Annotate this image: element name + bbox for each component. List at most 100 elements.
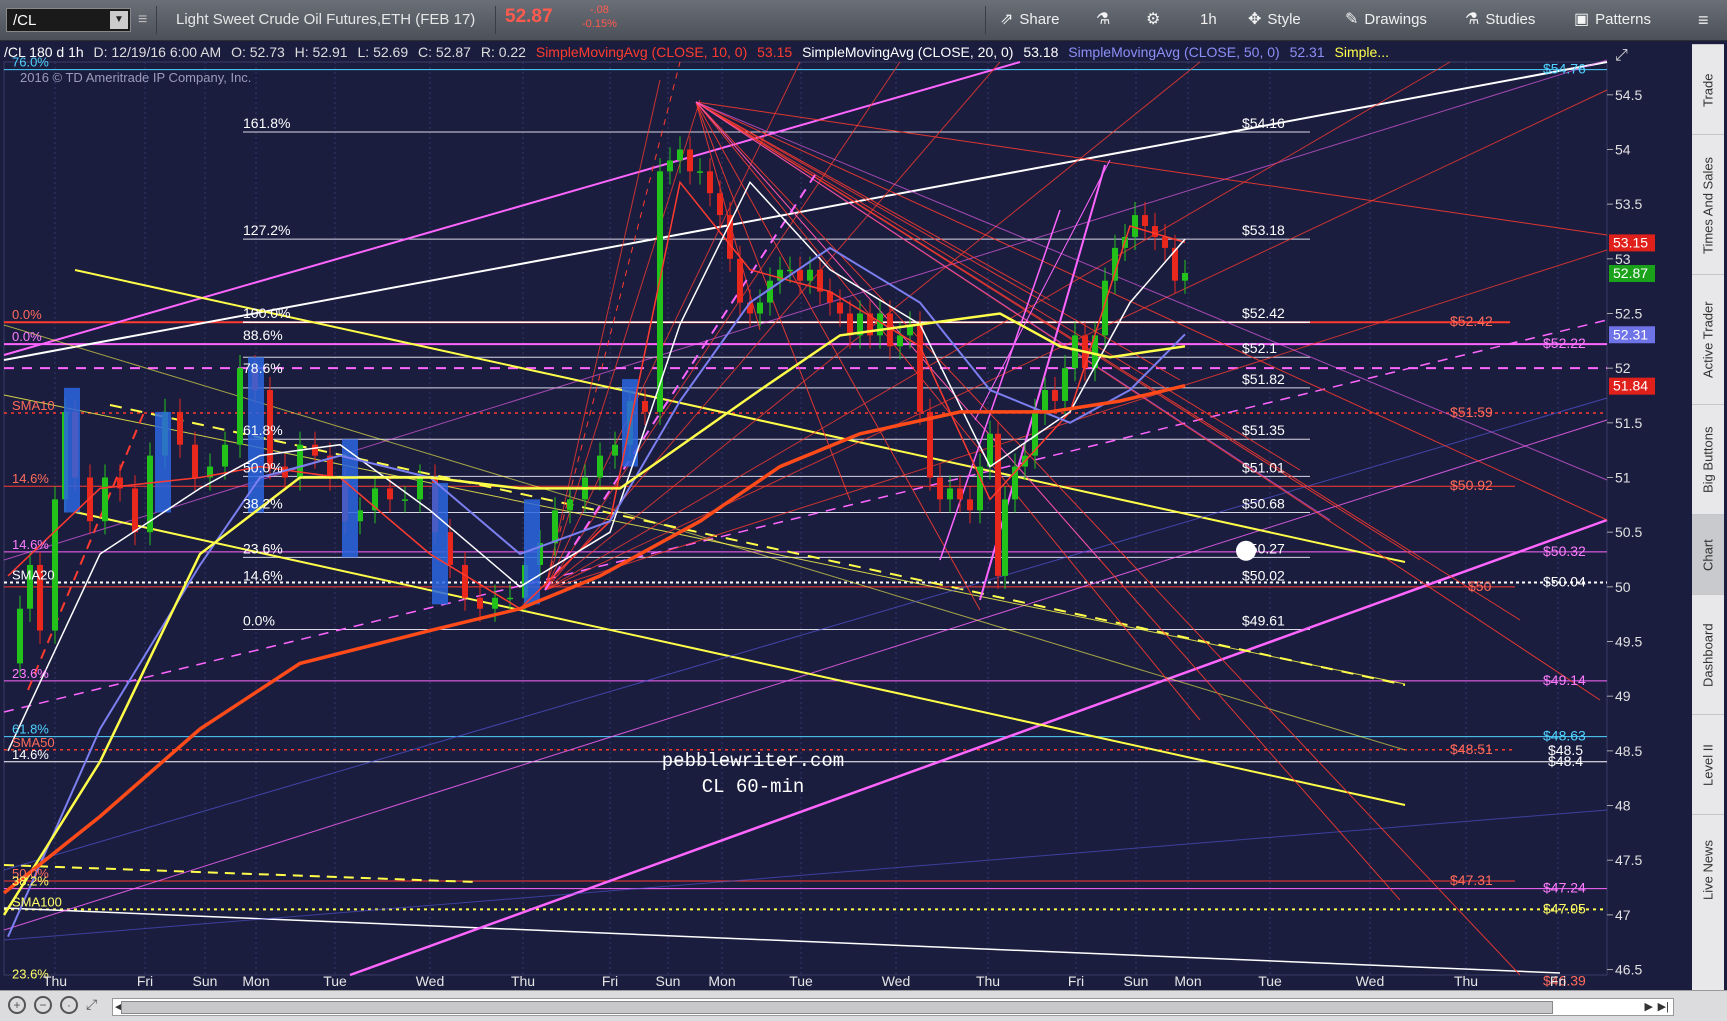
- candle-body: [132, 488, 138, 533]
- fib-left-label: 100.0%: [243, 305, 290, 321]
- right-price-label: $51.59: [1450, 404, 1493, 420]
- right-price-label: $50.92: [1450, 477, 1493, 493]
- left-edge-label: SMA10: [12, 398, 55, 413]
- time-axis-label: Thu: [43, 973, 67, 989]
- axis-tick-label: 47.5: [1615, 852, 1642, 868]
- candle-body: [177, 411, 183, 445]
- axis-tick-label: 48.5: [1615, 743, 1642, 759]
- candle-body: [1182, 273, 1188, 281]
- candle-body: [837, 302, 843, 314]
- right-tab-trade[interactable]: Trade: [1692, 44, 1724, 135]
- price-chart[interactable]: 161.8% 127.2% 100.0% 88.6% 78.6% 61.8% 50.0% 38…: [0, 0, 1727, 990]
- candle-body: [477, 597, 483, 609]
- price-axis[interactable]: 54.55453.55352.55251.55150.55049.54948.5…: [1607, 47, 1655, 978]
- candle-body: [797, 269, 803, 281]
- right-price-label: $49.14: [1543, 672, 1586, 688]
- zoom-reset-icon[interactable]: ·: [60, 996, 78, 1014]
- candle-body: [757, 302, 763, 314]
- left-edge-label: 14.6%: [12, 471, 49, 486]
- scroll-thumb[interactable]: [121, 1001, 1553, 1014]
- time-axis-label: Fri: [1068, 973, 1084, 989]
- candle-body: [1152, 226, 1158, 237]
- fib-right-label: $51.82: [1242, 371, 1285, 387]
- candle-body: [1002, 499, 1008, 576]
- fib-left-label: 161.8%: [243, 115, 290, 131]
- scroll-right-icon[interactable]: ▶: [1645, 999, 1653, 1015]
- candle-body: [1042, 390, 1048, 412]
- horizontal-scrollbar[interactable]: ◀ ▶ ▶|: [112, 998, 1674, 1016]
- fib-left-label: 0.0%: [243, 612, 275, 628]
- time-axis-label: Sun: [1124, 973, 1149, 989]
- candle-body: [17, 608, 23, 664]
- candle-body: [312, 444, 318, 456]
- time-axis-label: Thu: [1454, 973, 1478, 989]
- fib-right-label: $50.68: [1242, 495, 1285, 511]
- right-tab-active-trader[interactable]: Active Trader: [1692, 274, 1724, 405]
- candle-body: [947, 488, 953, 500]
- bottom-bar: + − · ⤢ ◀ ▶ ▶|: [0, 990, 1727, 1021]
- candle-body: [707, 171, 713, 194]
- time-axis-label: Wed: [416, 973, 445, 989]
- price-badge-text: 52.87: [1613, 265, 1648, 281]
- candle-body: [387, 488, 393, 500]
- watermark-caption: CL 60-min: [702, 776, 805, 798]
- zoom-in-icon[interactable]: +: [8, 996, 26, 1014]
- left-edge-label: 76.0%: [12, 55, 49, 70]
- axis-tick-label: 47: [1615, 907, 1631, 923]
- candle-body: [492, 597, 498, 609]
- time-axis-label: Wed: [1356, 973, 1385, 989]
- axis-tick-label: 51: [1615, 469, 1631, 485]
- candle-body: [767, 280, 773, 303]
- price-badge-text: 51.84: [1613, 378, 1648, 394]
- candle-body: [687, 149, 693, 172]
- time-axis-label: Fri: [1550, 973, 1566, 989]
- candle-body: [737, 258, 743, 303]
- left-edge-label: 0.0%: [12, 307, 42, 322]
- fib-right-label: $50.27: [1242, 540, 1285, 556]
- left-edge-label: 14.6%: [12, 537, 49, 552]
- right-tab-dashboard[interactable]: Dashboard: [1692, 594, 1724, 715]
- fib-left-label: 78.6%: [243, 360, 283, 376]
- time-axis-label: Fri: [602, 973, 618, 989]
- right-price-label: $52.42: [1450, 313, 1493, 329]
- candle-body: [995, 433, 1001, 576]
- axis-tick-label: 53.5: [1615, 196, 1642, 212]
- time-axis-label: Fri: [137, 973, 153, 989]
- right-tab-live-news[interactable]: Live News: [1692, 814, 1724, 925]
- right-tab-level-ii[interactable]: Level II: [1692, 714, 1724, 815]
- candle-body: [897, 335, 903, 347]
- candle-body: [697, 171, 703, 173]
- candle-body: [612, 444, 618, 456]
- axis-tick-label: 54.5: [1615, 87, 1642, 103]
- fib-right-label: $52.1: [1242, 340, 1277, 356]
- zoom-out-icon[interactable]: −: [34, 996, 52, 1014]
- right-tab-panel: Trade Times And Sales Active Trader Big But…: [1692, 44, 1724, 994]
- fib-right-label: $53.18: [1242, 222, 1285, 238]
- axis-tick-label: 54: [1615, 141, 1631, 157]
- right-tab-big-buttons[interactable]: Big Buttons: [1692, 404, 1724, 515]
- axis-tick-label: 51.5: [1615, 415, 1642, 431]
- candle-body: [677, 149, 683, 161]
- right-tab-chart[interactable]: Chart: [1692, 514, 1724, 595]
- scroll-end-icon[interactable]: ▶|: [1658, 999, 1669, 1015]
- expand-icon[interactable]: ⤢: [86, 996, 97, 1013]
- price-badge-text: 52.31: [1613, 326, 1648, 342]
- candle-body: [1072, 335, 1078, 369]
- time-axis-label: Thu: [976, 973, 1000, 989]
- fib-left-label: 50.0%: [243, 459, 283, 475]
- right-tab-times-and-sales[interactable]: Times And Sales: [1692, 134, 1724, 275]
- candle-body: [417, 477, 423, 500]
- candle-body: [957, 488, 963, 500]
- right-price-label: $47.05: [1543, 900, 1586, 916]
- axis-tick-label: 48: [1615, 798, 1631, 814]
- time-axis-label: Mon: [242, 973, 269, 989]
- right-price-label: $52.22: [1543, 335, 1586, 351]
- time-axis-label: Tue: [789, 973, 813, 989]
- axis-tick-label: 52: [1615, 360, 1631, 376]
- candle-body: [567, 499, 573, 511]
- left-edge-label: SMA20: [12, 567, 55, 582]
- candle-body: [967, 499, 973, 511]
- watermark-site: pebblewriter.com: [662, 750, 844, 772]
- candle-body: [642, 400, 648, 412]
- candle-body: [462, 564, 468, 598]
